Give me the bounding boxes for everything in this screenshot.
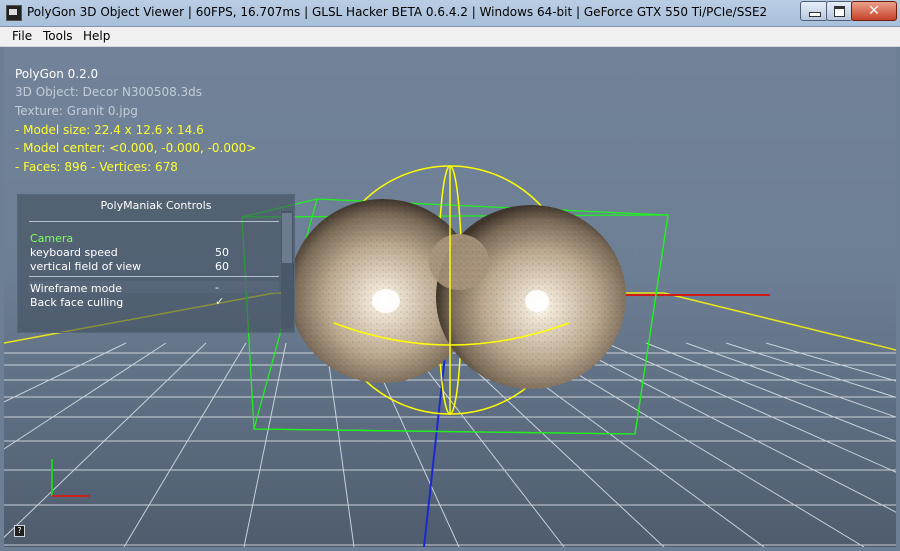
menu-bar: File Tools Help [0,27,900,47]
panel-divider [29,221,279,222]
model-size: - Model size: 22.4 x 12.6 x 14.6 [15,123,204,137]
maximize-icon [834,6,845,17]
keyboard-speed-value[interactable]: 50 [215,246,229,259]
back-face-culling-checkbox[interactable]: ✓ [215,295,224,308]
3d-model [289,199,626,389]
wireframe-mode-label: Wireframe mode [30,282,123,295]
help-icon[interactable]: ? [14,525,25,537]
model-center: - Model center: <0.000, -0.000, -0.000> [15,141,257,155]
faces-vertices: - Faces: 896 - Vertices: 678 [15,160,178,174]
title-bar: PolyGon 3D Object Viewer | 60FPS, 16.707… [0,0,900,27]
camera-section-label: Camera [30,232,74,245]
app-version: PolyGon 0.2.0 [15,67,99,81]
texture-name: Texture: Granit 0.jpg [15,104,138,118]
keyboard-speed-label: keyboard speed [30,246,118,259]
menu-file[interactable]: File [12,29,32,43]
minimize-button[interactable] [800,1,828,21]
panel-divider [29,276,279,277]
back-face-culling-label: Back face culling [30,296,124,309]
minimize-icon [809,12,821,17]
menu-tools[interactable]: Tools [43,29,73,43]
fov-value[interactable]: 60 [215,260,229,273]
maximize-button[interactable] [826,1,853,21]
menu-help[interactable]: Help [83,29,110,43]
window-title: PolyGon 3D Object Viewer | 60FPS, 16.707… [27,5,768,19]
y-axis-line [423,346,447,547]
object-name: 3D Object: Decor N300508.3ds [15,85,203,99]
wireframe-mode-toggle[interactable]: - [215,281,219,294]
fov-label: vertical field of view [30,260,142,273]
polymaniak-controls-panel: PolyManiak Controls Camera keyboard spee… [17,194,295,333]
close-button[interactable]: ✕ [851,1,897,21]
panel-scrollbar[interactable] [281,211,293,329]
axes-gizmo [51,459,90,497]
3d-viewport[interactable]: PolyGon 0.2.0 3D Object: Decor N300508.3… [4,47,896,547]
panel-title: PolyManiak Controls [100,199,212,212]
app-icon [6,5,22,21]
close-icon: ✕ [868,3,880,19]
scrollbar-thumb[interactable] [282,213,292,263]
